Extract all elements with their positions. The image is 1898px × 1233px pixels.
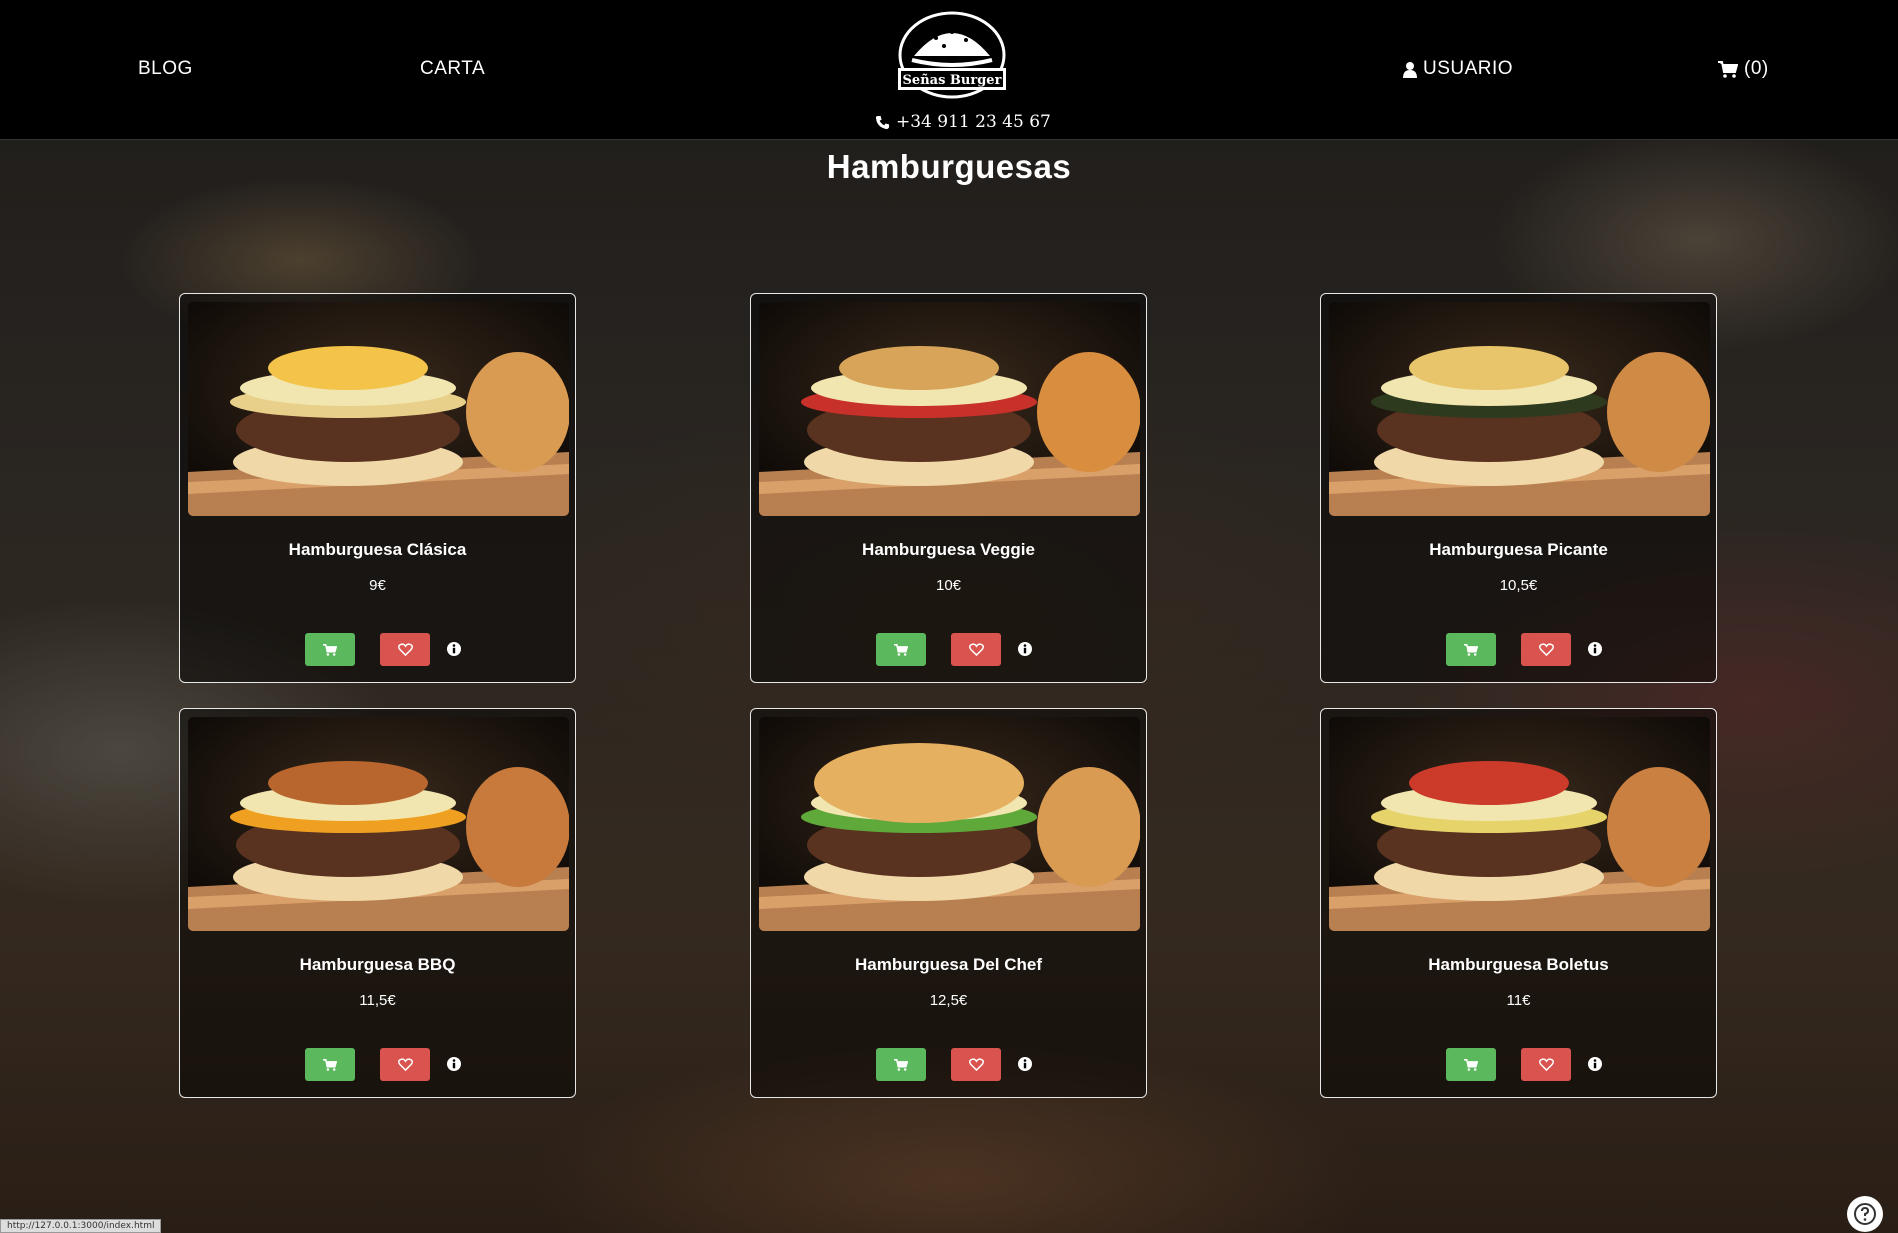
help-button[interactable] (1847, 1196, 1883, 1232)
cart-icon (1464, 643, 1478, 656)
product-price: 11€ (1506, 992, 1531, 1009)
info-button[interactable] (1587, 1056, 1603, 1072)
add-to-cart-button[interactable] (876, 633, 926, 666)
cart-icon (1718, 60, 1738, 78)
user-icon (1403, 61, 1417, 78)
product-image[interactable] (188, 302, 569, 516)
heart-icon (397, 643, 413, 656)
nav-cart-link[interactable]: (0) (1718, 58, 1769, 80)
logo[interactable]: Señas Burger (896, 10, 1008, 100)
favorite-button[interactable] (1521, 633, 1571, 666)
cart-icon (894, 1058, 908, 1071)
nav-blog-label: BLOG (138, 58, 193, 79)
product-card: Hamburguesa Del Chef 12,5€ (750, 708, 1147, 1098)
product-price: 11,5€ (359, 992, 396, 1009)
help-icon (1854, 1203, 1876, 1225)
product-name: Hamburguesa Veggie (862, 540, 1035, 559)
info-button[interactable] (446, 1056, 462, 1072)
logo-text: Señas Burger (903, 73, 1002, 88)
info-icon (1018, 642, 1032, 656)
product-card: Hamburguesa Boletus 11€ (1320, 708, 1717, 1098)
heart-icon (397, 1058, 413, 1071)
nav-carta-link[interactable]: CARTA (420, 58, 485, 80)
nav-carta-label: CARTA (420, 58, 486, 79)
product-image[interactable] (188, 717, 569, 931)
product-card: Hamburguesa BBQ 11,5€ (179, 708, 576, 1098)
favorite-button[interactable] (1521, 1048, 1571, 1081)
info-button[interactable] (446, 641, 462, 657)
product-image[interactable] (759, 717, 1140, 931)
cart-icon (323, 643, 337, 656)
favorite-button[interactable] (380, 633, 430, 666)
product-price: 9€ (369, 577, 386, 594)
heart-icon (968, 1058, 984, 1071)
product-name: Hamburguesa Picante (1429, 540, 1608, 559)
add-to-cart-button[interactable] (1446, 633, 1496, 666)
product-price: 10,5€ (1499, 577, 1538, 594)
product-image[interactable] (1329, 302, 1710, 516)
info-button[interactable] (1017, 641, 1033, 657)
heart-icon (968, 643, 984, 656)
info-button[interactable] (1017, 1056, 1033, 1072)
page-title: Hamburguesas (826, 148, 1072, 185)
favorite-button[interactable] (951, 1048, 1001, 1081)
product-price: 10€ (935, 577, 962, 594)
product-name: Hamburguesa Del Chef (854, 955, 1043, 974)
navbar: BLOG CARTA Señas Burger +34 911 23 45 67… (0, 0, 1898, 140)
product-name: Hamburguesa BBQ (299, 955, 456, 974)
nav-blog-link[interactable]: BLOG (138, 58, 193, 80)
info-icon (1018, 1057, 1032, 1071)
add-to-cart-button[interactable] (876, 1048, 926, 1081)
product-image[interactable] (759, 302, 1140, 516)
product-card: Hamburguesa Veggie 10€ (750, 293, 1147, 683)
phone-icon (875, 115, 890, 129)
product-card: Hamburguesa Picante 10,5€ (1320, 293, 1717, 683)
nav-usuario-label: USUARIO (1423, 58, 1514, 79)
phone-text: +34 911 23 45 67 (896, 112, 1051, 132)
info-icon (1588, 1057, 1602, 1071)
favorite-button[interactable] (951, 633, 1001, 666)
add-to-cart-button[interactable] (1446, 1048, 1496, 1081)
cart-icon (894, 643, 908, 656)
status-bar-url: http://127.0.0.1:3000/index.html (0, 1219, 162, 1233)
info-button[interactable] (1587, 641, 1603, 657)
add-to-cart-button[interactable] (305, 633, 355, 666)
heart-icon (1538, 643, 1554, 656)
product-image[interactable] (1329, 717, 1710, 931)
cart-icon (323, 1058, 337, 1071)
cart-icon (1464, 1058, 1478, 1071)
phone-number: +34 911 23 45 67 (875, 112, 1051, 132)
heart-icon (1538, 1058, 1554, 1071)
product-name: Hamburguesa Clásica (288, 540, 467, 559)
product-name: Hamburguesa Boletus (1428, 955, 1609, 974)
favorite-button[interactable] (380, 1048, 430, 1081)
cart-count: (0) (1744, 58, 1769, 79)
info-icon (1588, 642, 1602, 656)
product-card: Hamburguesa Clásica 9€ (179, 293, 576, 683)
info-icon (447, 642, 461, 656)
product-price: 12,5€ (929, 992, 968, 1009)
info-icon (447, 1057, 461, 1071)
nav-usuario-link[interactable]: USUARIO (1403, 58, 1513, 80)
add-to-cart-button[interactable] (305, 1048, 355, 1081)
